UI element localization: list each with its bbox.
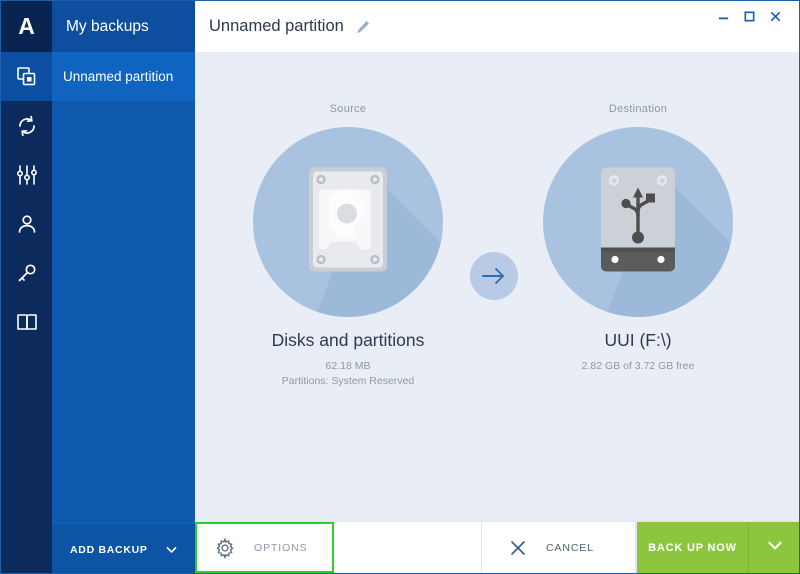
source-title: Disks and partitions xyxy=(271,330,425,350)
destination-caption: Destination xyxy=(608,103,668,115)
destination-disc xyxy=(543,127,733,317)
toolbar-blank-cell xyxy=(334,522,482,573)
options-button[interactable]: OPTIONS xyxy=(195,522,334,573)
close-x-icon xyxy=(508,538,528,558)
chevron-down-icon xyxy=(766,536,784,559)
page-title: Unnamed partition xyxy=(209,17,344,35)
source-disc xyxy=(253,127,443,317)
icon-rail: A xyxy=(1,1,52,573)
account-icon xyxy=(15,212,39,236)
application-window: A My backups Unnamed partition ADD BACKU… xyxy=(0,0,800,574)
bottom-toolbar: OPTIONS CANCEL BACK UP NOW xyxy=(195,521,799,573)
cancel-button[interactable]: CANCEL xyxy=(482,522,636,573)
source-detail: Partitions: System Reserved xyxy=(281,375,415,387)
rail-item-account[interactable] xyxy=(1,199,52,248)
destination-size: 2.82 GB of 3.72 GB free xyxy=(581,360,695,372)
gear-icon xyxy=(214,537,236,559)
main-content: Source Disks and partitions 62.18 MB Par… xyxy=(195,52,799,522)
back-up-now-button[interactable]: BACK UP NOW xyxy=(636,522,749,573)
book-icon xyxy=(15,310,39,334)
backup-panes: Source Disks and partitions 62.18 MB Par… xyxy=(195,52,799,392)
sidebar-header-label: My backups xyxy=(66,17,149,35)
sync-icon xyxy=(15,114,39,138)
pencil-icon[interactable] xyxy=(355,19,371,35)
options-label: OPTIONS xyxy=(254,541,308,554)
back-up-now-label: BACK UP NOW xyxy=(648,541,737,554)
title-bar: Unnamed partition xyxy=(195,1,799,55)
add-backup-label: ADD BACKUP xyxy=(70,543,148,556)
close-button[interactable] xyxy=(762,4,788,28)
usb-drive-icon xyxy=(601,167,675,277)
source-caption: Source xyxy=(329,103,367,115)
source-pane[interactable]: Source Disks and partitions 62.18 MB Par… xyxy=(223,52,473,388)
app-logo: A xyxy=(1,1,52,52)
rail-item-backups[interactable] xyxy=(1,52,52,101)
sidebar: My backups Unnamed partition ADD BACKUP xyxy=(52,1,195,573)
sidebar-item-label: Unnamed partition xyxy=(63,69,174,84)
arrow-right-icon xyxy=(470,252,518,300)
back-up-now-dropdown[interactable] xyxy=(748,522,799,573)
minimize-button[interactable] xyxy=(710,4,736,28)
rail-item-help[interactable] xyxy=(1,297,52,346)
sidebar-header: My backups xyxy=(52,1,195,52)
hard-disk-icon xyxy=(309,167,387,277)
destination-title: UUI (F:\) xyxy=(604,330,672,350)
cancel-label: CANCEL xyxy=(545,541,594,554)
chevron-down-icon[interactable] xyxy=(165,543,195,556)
source-size: 62.18 MB xyxy=(325,360,371,372)
rail-item-tools[interactable] xyxy=(1,150,52,199)
key-icon xyxy=(15,261,39,285)
add-backup-button[interactable]: ADD BACKUP xyxy=(52,523,195,573)
rail-item-sync[interactable] xyxy=(1,101,52,150)
window-controls xyxy=(710,1,799,55)
rail-item-licenses[interactable] xyxy=(1,248,52,297)
sidebar-item-unnamed-partition[interactable]: Unnamed partition xyxy=(52,52,195,101)
maximize-button[interactable] xyxy=(736,4,762,28)
tools-icon xyxy=(15,163,39,187)
app-logo-letter: A xyxy=(18,13,35,39)
destination-pane[interactable]: Destination UUI (F:\) 2.82 GB of 3.72 GB… xyxy=(513,52,763,373)
backups-icon xyxy=(15,65,39,89)
